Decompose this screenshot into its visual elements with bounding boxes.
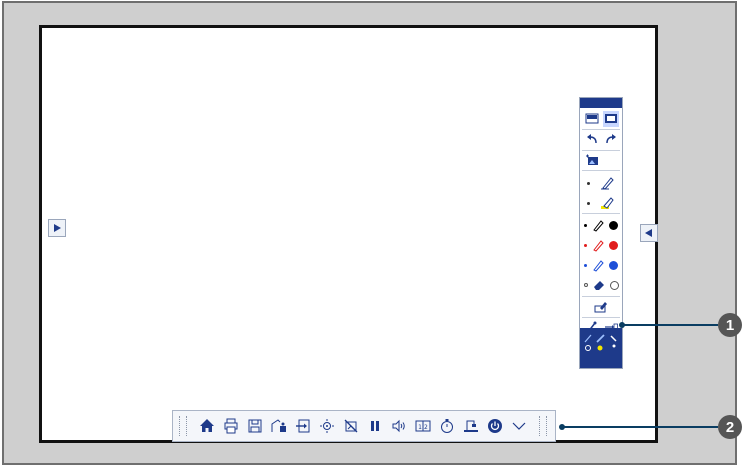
pen-icon[interactable] — [599, 175, 615, 191]
collapse-button[interactable] — [509, 416, 529, 436]
source-icon — [296, 419, 310, 433]
timer-button[interactable] — [437, 416, 457, 436]
source-button[interactable] — [293, 416, 313, 436]
power-button[interactable] — [485, 416, 505, 436]
red-pen-icon[interactable] — [590, 237, 606, 253]
right-side-toggle-button[interactable] — [640, 224, 658, 242]
freeze-icon — [371, 421, 379, 431]
eraser-size-swatch[interactable] — [609, 280, 619, 290]
split-screen-button[interactable]: 1|2 — [413, 416, 433, 436]
blue-pen-icon[interactable] — [590, 257, 606, 273]
left-grip-handle[interactable] — [179, 416, 187, 436]
home-icon — [200, 419, 214, 432]
no-image-icon — [344, 419, 358, 433]
whiteboard-mode-icon[interactable] — [602, 111, 619, 127]
timer-icon — [441, 419, 453, 433]
svg-text:1|2: 1|2 — [418, 424, 428, 431]
display-mode-icon[interactable] — [584, 111, 600, 127]
share-icon — [271, 419, 286, 432]
right-grip-handle[interactable] — [539, 416, 547, 436]
highlighter-icon[interactable] — [599, 195, 615, 211]
collapse-icon — [512, 422, 526, 430]
bottom-toolbar: 1|2 — [172, 410, 556, 442]
volume-button[interactable] — [389, 416, 409, 436]
clear-screen-icon[interactable] — [593, 299, 609, 315]
left-side-toggle-button[interactable] — [48, 219, 66, 237]
toolbar-header[interactable] — [580, 98, 622, 108]
callout-two-line — [564, 426, 718, 428]
document-camera-button[interactable] — [461, 416, 481, 436]
red-color-swatch[interactable] — [609, 240, 619, 250]
stroke-settings-icon[interactable] — [580, 328, 622, 368]
whiteboard-canvas[interactable] — [39, 25, 658, 443]
redo-icon[interactable] — [603, 132, 619, 148]
save-icon — [248, 419, 262, 433]
black-pen-icon[interactable] — [590, 217, 606, 233]
toolbar-footer — [580, 328, 622, 368]
callout-one-number: 1 — [718, 313, 742, 337]
zoom-button[interactable] — [317, 416, 337, 436]
black-color-swatch[interactable] — [609, 220, 619, 230]
freeze-button[interactable] — [365, 416, 385, 436]
drawing-toolbar — [579, 97, 623, 369]
home-button[interactable] — [197, 416, 217, 436]
document-camera-icon — [464, 420, 478, 432]
callout-one-line — [624, 324, 718, 326]
print-icon — [224, 418, 238, 434]
arrow-left-icon — [645, 229, 652, 237]
arrow-right-icon — [54, 224, 61, 232]
volume-icon — [392, 419, 405, 433]
print-button[interactable] — [221, 416, 241, 436]
callout-two-number: 2 — [718, 415, 742, 439]
undo-icon[interactable] — [584, 132, 600, 148]
power-icon — [488, 419, 502, 433]
zoom-icon — [320, 419, 334, 433]
blue-color-swatch[interactable] — [609, 260, 619, 270]
save-button[interactable] — [245, 416, 265, 436]
eraser-icon[interactable] — [591, 277, 607, 293]
insert-image-icon[interactable] — [584, 152, 600, 168]
no-image-button[interactable] — [341, 416, 361, 436]
split-screen-icon: 1|2 — [415, 420, 431, 432]
share-button[interactable] — [269, 416, 289, 436]
